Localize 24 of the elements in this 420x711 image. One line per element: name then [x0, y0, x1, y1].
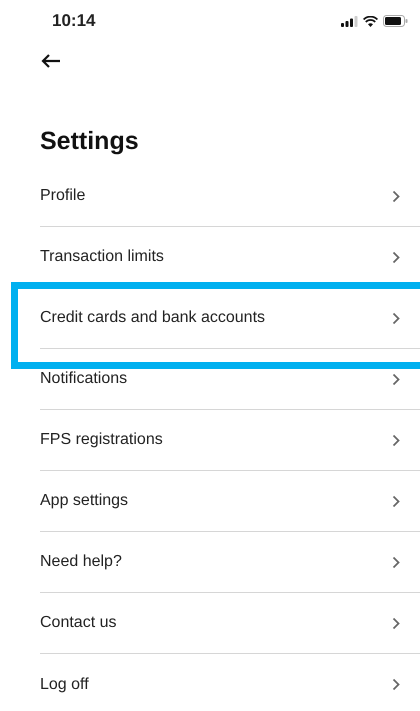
chevron-icon — [392, 434, 400, 446]
page-title: Settings — [40, 126, 140, 156]
chevron-icon — [392, 250, 400, 264]
chevron-icon — [392, 556, 400, 568]
wifi-icon — [363, 16, 378, 26]
settings-item[interactable]: Credit cards and bank accounts — [40, 288, 420, 349]
chevron-icon — [392, 312, 400, 324]
chevron-icon — [392, 190, 400, 202]
chevron-icon — [392, 678, 400, 691]
signal-icon — [341, 16, 358, 26]
settings-item[interactable]: App settings — [40, 471, 420, 532]
settings-item[interactable]: Need help? — [40, 532, 420, 593]
settings-item[interactable]: Profile — [40, 166, 420, 227]
settings-item[interactable]: Transaction limits — [40, 227, 420, 288]
chevron-icon — [392, 616, 400, 630]
back-arrow-icon — [41, 53, 61, 69]
settings-item[interactable]: Notifications — [40, 349, 420, 410]
status-time: 10:14 — [52, 10, 96, 32]
chevron-icon — [392, 494, 400, 508]
settings-item[interactable]: FPS registrations — [40, 410, 420, 471]
chevron-icon — [392, 372, 400, 386]
settings-item[interactable]: Log off — [40, 654, 420, 711]
battery-icon — [383, 15, 408, 27]
settings-item[interactable]: Contact us — [40, 593, 420, 654]
